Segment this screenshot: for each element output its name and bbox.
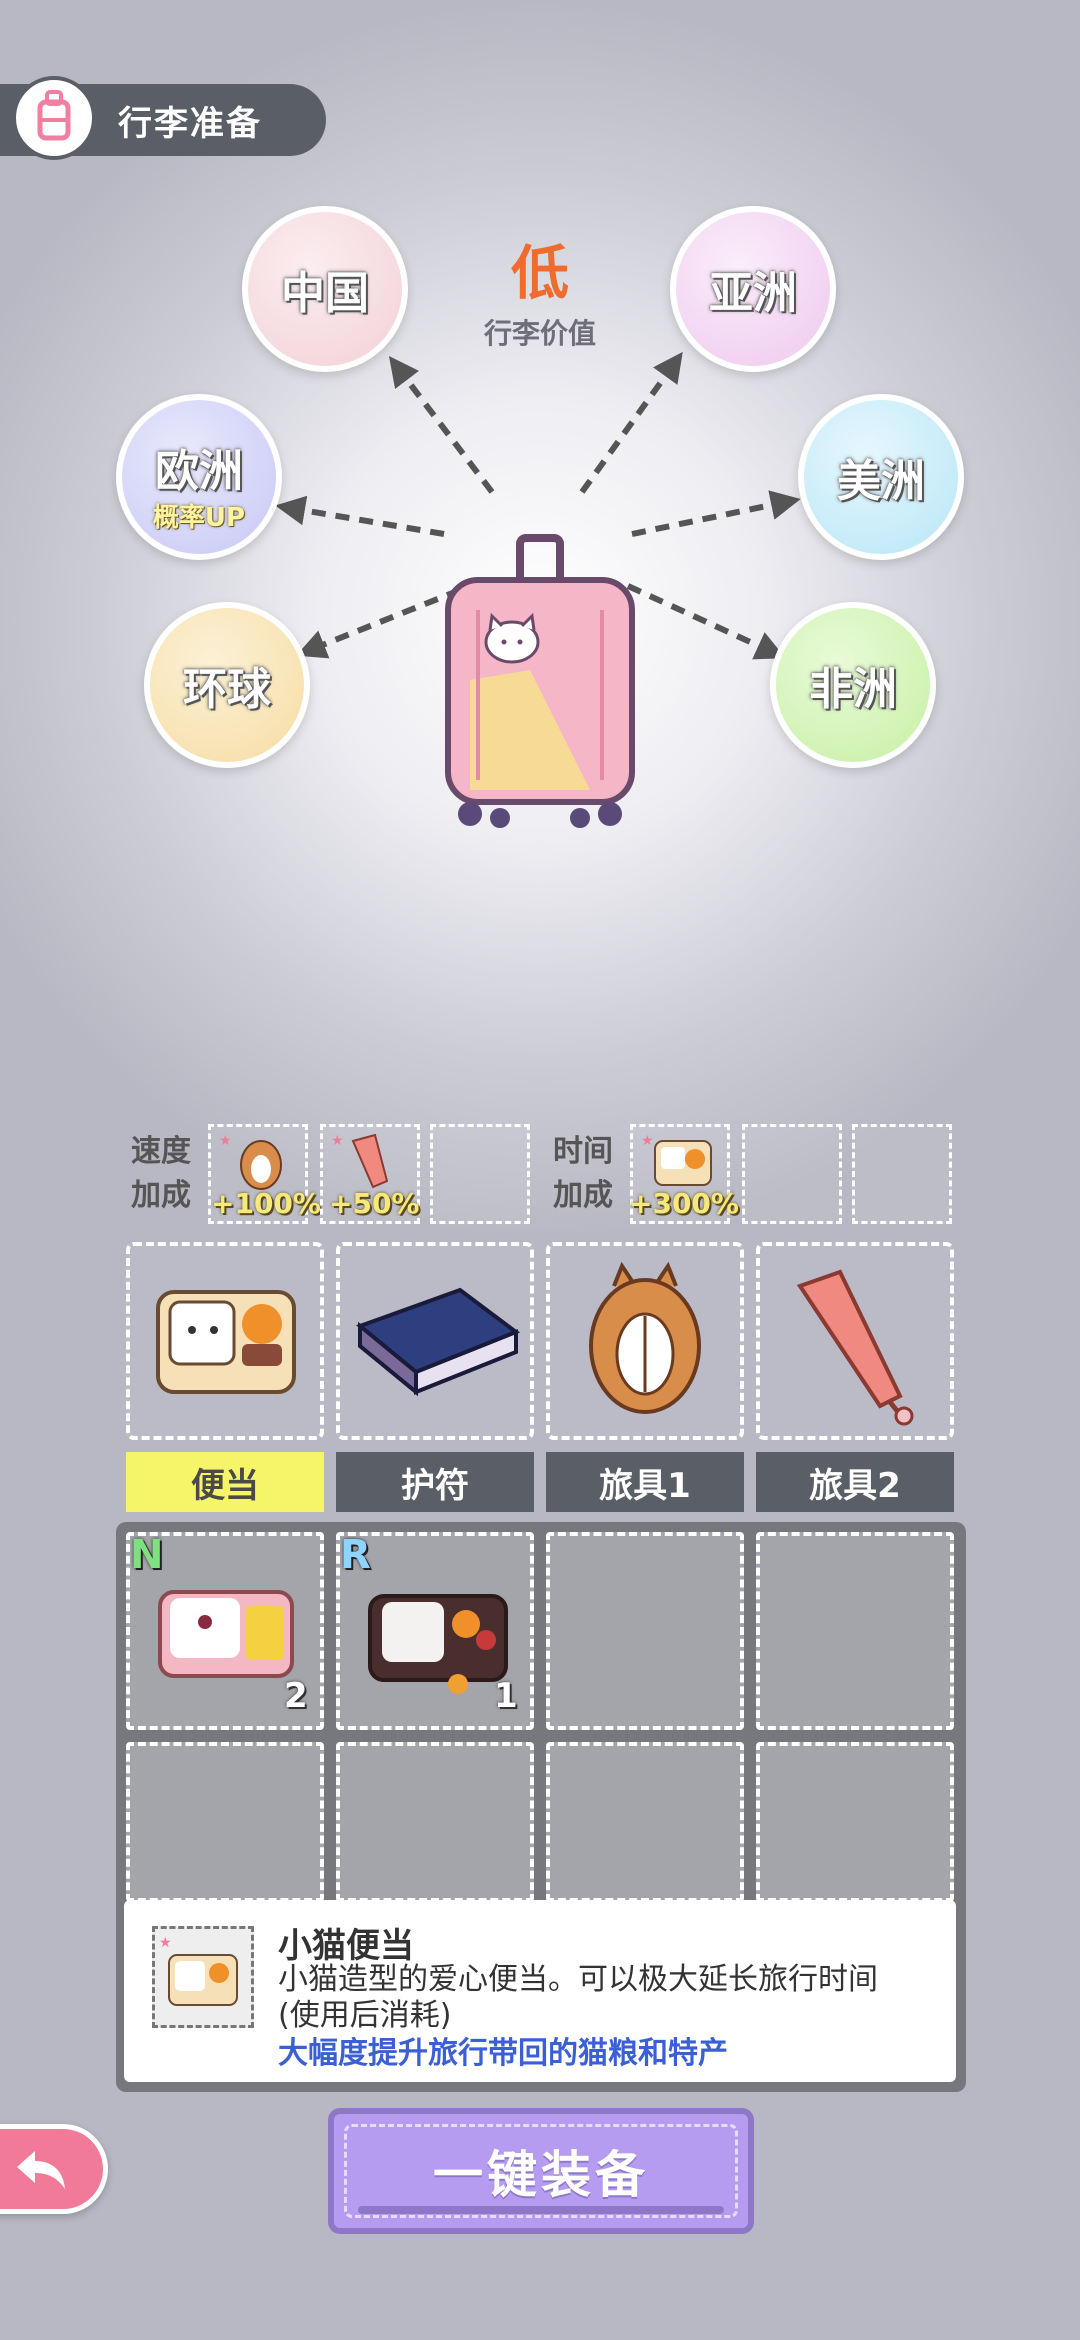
back-arrow-icon	[17, 2151, 65, 2189]
speed-bonus-slot[interactable]: ★ +50%	[320, 1124, 420, 1224]
item-count: 1	[494, 1676, 518, 1716]
speed-bonus-slot[interactable]: ★ +100%	[208, 1124, 321, 1224]
tab-gear2[interactable]: 旅具2	[756, 1452, 954, 1512]
tab-charm[interactable]: 护符	[336, 1452, 534, 1512]
cat-bento-icon	[156, 1290, 296, 1394]
item-detail-thumbnail: ★	[152, 1926, 254, 2028]
equip-all-button[interactable]: 一键装备	[328, 2108, 754, 2234]
time-bonus-slot[interactable]: ★ +300%	[629, 1124, 739, 1224]
inventory-slot-empty[interactable]	[126, 1742, 324, 1902]
umbrella-icon	[796, 1269, 914, 1426]
tab-gear1[interactable]: 旅具1	[546, 1452, 744, 1512]
cat-bento-icon: ★	[159, 1935, 238, 2006]
time-bonus-slot-empty[interactable]	[852, 1124, 952, 1224]
item-detail-description: 小猫造型的爱心便当。可以极大延长旅行时间(使用后消耗)	[278, 1962, 878, 2033]
rarity-badge-r: R	[340, 1532, 371, 1578]
time-bonus-label: 时间 加成	[553, 1134, 613, 1213]
region-asia[interactable]: 亚洲	[670, 206, 836, 372]
arrow-asia	[579, 351, 683, 494]
region-america[interactable]: 美洲	[798, 394, 964, 560]
time-bonus-slot-empty[interactable]	[742, 1124, 842, 1224]
item-detail-highlight: 大幅度提升旅行带回的猫粮和特产	[278, 2036, 728, 2071]
equip-slot-charm[interactable]	[336, 1242, 534, 1440]
equip-slot-bento[interactable]	[126, 1242, 324, 1440]
inventory-slot-empty[interactable]	[336, 1742, 534, 1902]
svg-text:★: ★	[219, 1133, 232, 1149]
speed-bonus-slot-empty[interactable]	[430, 1124, 530, 1224]
equip-slot-gear2[interactable]	[756, 1242, 954, 1440]
arrow-america	[631, 490, 801, 537]
rarity-badge-n: N	[130, 1532, 164, 1578]
suitcase-illustration[interactable]	[430, 530, 650, 830]
inventory-slot-empty[interactable]	[756, 1532, 954, 1730]
region-china[interactable]: 中国	[242, 206, 408, 372]
back-button[interactable]	[0, 2124, 108, 2214]
arrow-china	[388, 356, 495, 494]
item-detail-title: 小猫便当	[278, 1926, 414, 1966]
region-global[interactable]: 环球	[144, 602, 310, 768]
equip-slot-gear1[interactable]	[546, 1242, 744, 1440]
probability-up-badge: 概率UP	[152, 502, 246, 533]
tab-bento[interactable]: 便当	[126, 1452, 324, 1512]
inventory-slot-empty[interactable]	[546, 1532, 744, 1730]
svg-text:★: ★	[331, 1133, 344, 1149]
arrow-europe	[275, 495, 445, 537]
book-icon	[356, 1287, 521, 1397]
region-europe[interactable]: 欧洲 概率UP	[116, 394, 282, 560]
inventory-slot-empty[interactable]	[546, 1742, 744, 1902]
cat-sleeping-bag-icon	[589, 1261, 701, 1414]
inventory-slot-empty[interactable]	[756, 1742, 954, 1902]
speed-bonus-label: 速度 加成	[131, 1134, 191, 1213]
region-africa[interactable]: 非洲	[770, 602, 936, 768]
item-count: 2	[284, 1676, 308, 1716]
svg-text:★: ★	[641, 1133, 654, 1149]
svg-text:★: ★	[159, 1935, 172, 1951]
